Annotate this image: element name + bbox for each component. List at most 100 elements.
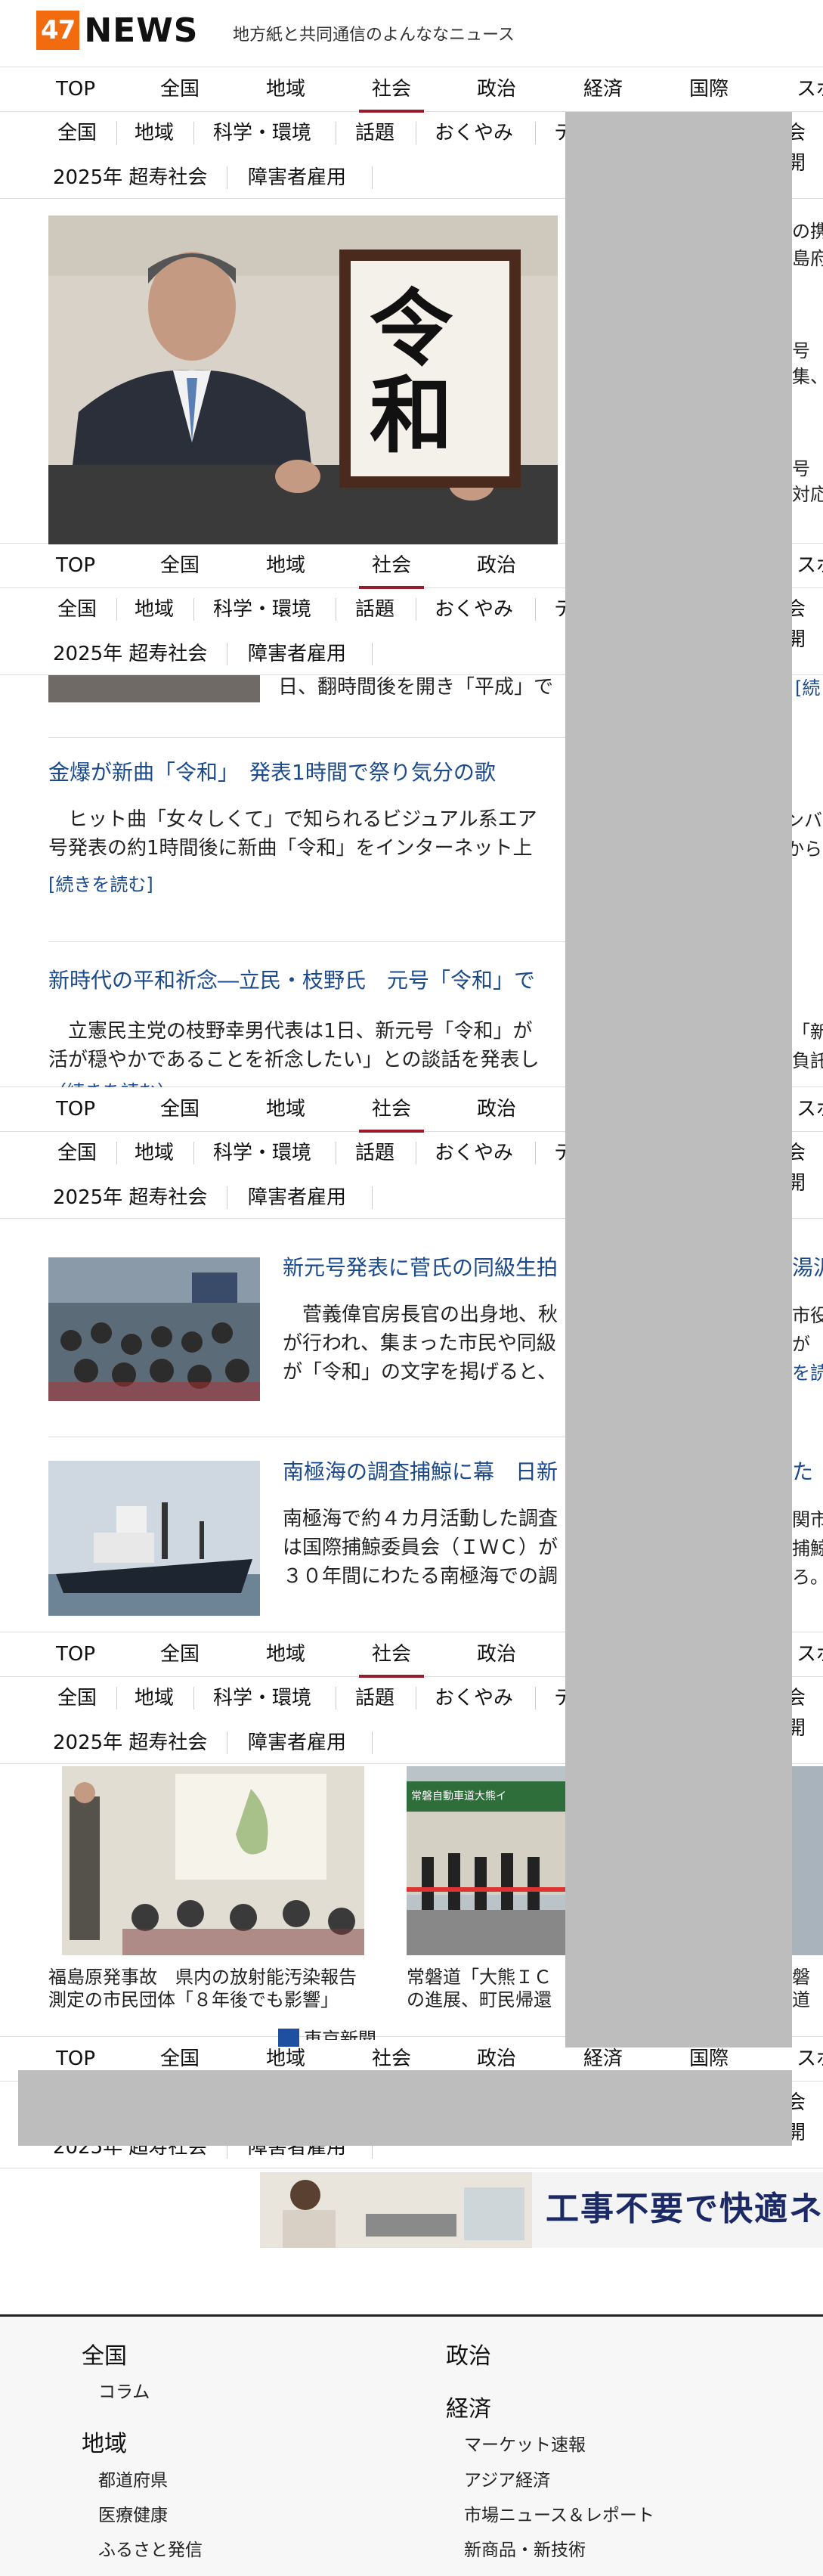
sidebar-fragment: 捕鯨 (792, 1538, 823, 1559)
footer-heading-national[interactable]: 全国 (82, 2337, 127, 2370)
sub-nav-item[interactable]: 科学・環境 (213, 1138, 311, 1168)
sidebar-fragment: 対応 (792, 484, 823, 505)
sub-nav-item[interactable]: 障害者雇用 (248, 163, 346, 193)
sub-nav-item[interactable]: 障害者雇用 (248, 1183, 346, 1213)
card-photo[interactable] (62, 1766, 364, 1955)
nav-tab-society[interactable]: 社会 (350, 1632, 433, 1678)
footer-link-hometown[interactable]: ふるさと発信 (98, 2535, 203, 2561)
ad-banner[interactable]: 工事不要で快適ネ (260, 2172, 823, 2248)
article-body: 南極海で約４カ月活動した調査 (283, 1508, 558, 1530)
sub-nav-item[interactable]: 科学・環境 (213, 594, 311, 625)
nav-tab-politics[interactable]: 政治 (455, 544, 538, 589)
logo-number: 47 (36, 11, 80, 50)
sub-nav-item[interactable]: 地域 (135, 594, 174, 625)
nav-tab-economy[interactable]: 経済 (562, 67, 645, 113)
sidebar-fragment: 号 (792, 340, 810, 361)
photo-sign-text: 常磐自動車道大熊イ (411, 1790, 506, 1803)
nav-tab-society[interactable]: 社会 (350, 67, 433, 113)
footer-link-products[interactable]: 新商品・新技術 (464, 2535, 586, 2561)
sub-nav-item[interactable]: 全国 (57, 118, 97, 148)
sidebar-fragment[interactable]: た (792, 1455, 813, 1486)
footer-link-asia[interactable]: アジア経済 (464, 2466, 550, 2491)
card-photo[interactable] (792, 1766, 823, 1955)
sub-nav-item[interactable]: 話題 (355, 1683, 394, 1713)
nav-tab-international[interactable]: 国際 (667, 67, 750, 113)
placard-char-wa: 和 (370, 367, 453, 464)
card-photo[interactable]: 常磐自動車道大熊イ (407, 1766, 565, 1955)
sub-nav-item[interactable]: おくやみ (435, 118, 513, 148)
nav-tab-national[interactable]: 全国 (138, 1087, 221, 1133)
sub-nav-item[interactable]: おくやみ (435, 594, 513, 625)
nav-tab-politics[interactable]: 政治 (455, 1632, 538, 1678)
sub-nav-item[interactable]: 地域 (135, 1138, 174, 1168)
nav-tab-national[interactable]: 全国 (138, 544, 221, 589)
article-thumbnail[interactable] (48, 675, 260, 702)
sub-nav-separator (372, 1731, 373, 1754)
crowd-photo (48, 1257, 260, 1401)
footer-link-prefectures[interactable]: 都道府県 (98, 2466, 168, 2491)
nav-tab-top[interactable]: TOP (34, 1087, 117, 1133)
nav-tab-society[interactable]: 社会 (350, 1087, 433, 1133)
sub-nav-item[interactable]: 科学・環境 (213, 1683, 311, 1713)
footer-link-market-news[interactable]: 市場ニュース＆レポート (464, 2500, 654, 2526)
sub-nav-item[interactable]: 2025年 超寿社会 (53, 639, 207, 669)
nav-tab-region[interactable]: 地域 (244, 67, 327, 113)
nav-tab-region[interactable]: 地域 (244, 544, 327, 589)
sub-nav-item[interactable]: 話題 (355, 118, 394, 148)
sidebar-fragment[interactable]: 湯沢 (792, 1251, 823, 1282)
card-caption[interactable]: 福島原発事故 県内の放射能汚染報告 測定の市民団体「８年後でも影響」 (48, 1966, 366, 2031)
sub-nav-item[interactable]: おくやみ (435, 1683, 513, 1713)
nav-tab-top[interactable]: TOP (34, 1632, 117, 1678)
card-caption[interactable]: 磐道 (792, 1966, 823, 2011)
site-footer: 全国 コラム 地域 都道府県 医療健康 ふるさと発信 政治 経済 マーケット速報… (0, 2314, 823, 2576)
sub-nav-item[interactable]: おくやみ (435, 1138, 513, 1168)
article-thumbnail[interactable] (48, 1257, 260, 1401)
sub-nav-item[interactable]: 2025年 超寿社会 (53, 1728, 207, 1758)
sub-nav-separator (116, 1687, 117, 1710)
read-more-link[interactable]: [続きを読む] (48, 870, 153, 896)
ad-placeholder (565, 112, 792, 2047)
nav-tab-politics[interactable]: 政治 (455, 67, 538, 113)
nav-tab-region[interactable]: 地域 (244, 1632, 327, 1678)
footer-link-health[interactable]: 医療健康 (98, 2500, 168, 2526)
article-thumbnail[interactable] (48, 1461, 260, 1616)
footer-heading-economy[interactable]: 経済 (446, 2390, 491, 2423)
article-title[interactable]: 新元号発表に菅氏の同級生拍 (283, 1251, 558, 1282)
sub-nav-item[interactable]: 話題 (355, 594, 394, 625)
sub-nav-item[interactable]: 全国 (57, 594, 97, 625)
footer-link-market[interactable]: マーケット速報 (464, 2430, 586, 2456)
nav-tab-national[interactable]: 全国 (138, 67, 221, 113)
sidebar-fragment[interactable]: を読 (792, 1358, 823, 1384)
nav-tab-region[interactable]: 地域 (244, 1087, 327, 1133)
sub-nav-item[interactable]: 全国 (57, 1138, 97, 1168)
sub-nav-item[interactable]: 2025年 超寿社会 (53, 1183, 207, 1213)
sidebar-fragment[interactable]: [続 (795, 673, 820, 699)
sub-nav-item[interactable]: 科学・環境 (213, 118, 311, 148)
nav-tab-society[interactable]: 社会 (350, 544, 433, 589)
article-title[interactable]: 金爆が新曲「令和」 発表1時間で祭り気分の歌 (48, 756, 496, 786)
nav-tab-top[interactable]: TOP (34, 67, 117, 113)
nav-tab-top[interactable]: TOP (34, 544, 117, 589)
sub-nav-item[interactable]: 2025年 超寿社会 (53, 163, 207, 193)
site-logo[interactable]: 47 NEWS (36, 11, 198, 50)
sub-nav-item[interactable]: 全国 (57, 1683, 97, 1713)
ad-photo (260, 2172, 532, 2248)
footer-heading-politics[interactable]: 政治 (446, 2337, 491, 2370)
article-body: 活が穏やかであることを祈念したい」との談話を発表し (48, 1049, 540, 1071)
article-title[interactable]: 南極海の調査捕鯨に幕 日新 (283, 1455, 558, 1486)
sub-nav-item[interactable]: 障害者雇用 (248, 1728, 346, 1758)
article-title[interactable]: 新時代の平和祈念―立民・枝野氏 元号「令和」で (48, 964, 535, 994)
nav-tab-politics[interactable]: 政治 (455, 1087, 538, 1133)
footer-link-column[interactable]: コラム (98, 2377, 150, 2403)
sub-nav-item[interactable]: 地域 (135, 1683, 174, 1713)
sub-nav-separator (116, 122, 117, 144)
nav-tab-sports[interactable]: スポ (775, 67, 823, 113)
read-more-link[interactable]: （続きを読む） (48, 1077, 175, 1087)
sub-nav-item[interactable]: 話題 (355, 1138, 394, 1168)
hero-photo[interactable]: 令 和 (48, 215, 558, 544)
footer-heading-region[interactable]: 地域 (82, 2425, 127, 2458)
sub-nav-item[interactable]: 障害者雇用 (248, 639, 346, 669)
nav-tab-national[interactable]: 全国 (138, 1632, 221, 1678)
card-caption[interactable]: 常磐道「大熊ＩＣ の進展、町民帰還 (407, 1966, 565, 2011)
sub-nav-item[interactable]: 地域 (135, 118, 174, 148)
